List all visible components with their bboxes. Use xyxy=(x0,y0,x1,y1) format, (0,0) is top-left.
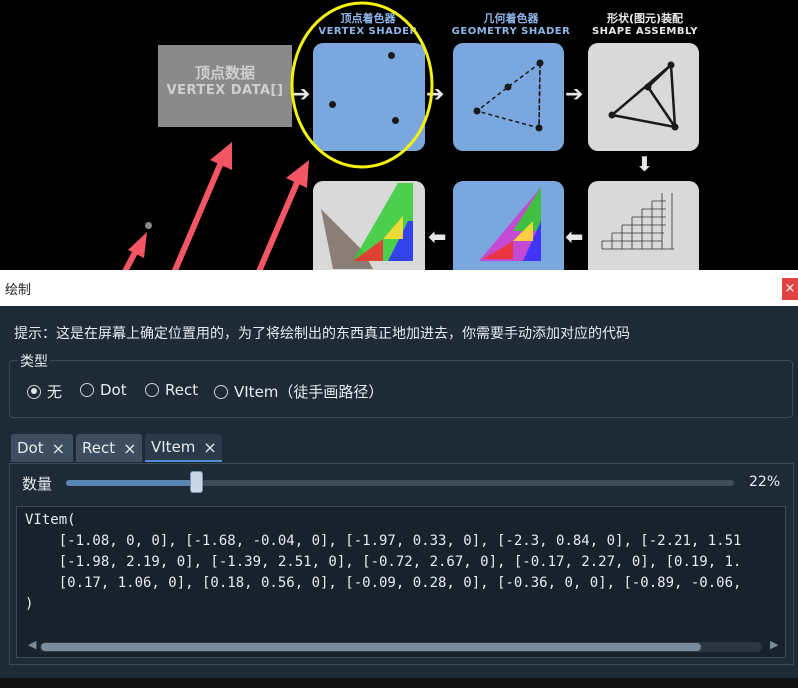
close-button[interactable]: × xyxy=(782,278,798,300)
radio-none-label: 无 xyxy=(47,383,63,401)
count-slider-thumb[interactable] xyxy=(190,471,203,493)
vertex-data-stage: 顶点数据 VERTEX DATA[] xyxy=(158,45,292,127)
shape-assembly-label: 形状(图元)装配 SHAPE ASSEMBLY xyxy=(590,12,700,38)
tab-rect[interactable]: Rect × xyxy=(76,434,142,462)
radio-dot[interactable]: Dot xyxy=(80,381,127,399)
geometry-shader-label-en: GEOMETRY SHADER xyxy=(451,26,571,37)
radio-unchecked-icon xyxy=(214,384,228,399)
shape-assembly-label-en: SHAPE ASSEMBLY xyxy=(591,26,699,37)
tab-close-icon[interactable]: × xyxy=(52,439,65,458)
type-group-label: 类型 xyxy=(18,351,50,371)
shape-assembly-stage xyxy=(588,43,699,151)
code-line: ) xyxy=(25,596,34,612)
cursor-dot xyxy=(145,222,152,229)
tab-dot-label: Dot xyxy=(17,439,44,457)
geometry-shader-stage xyxy=(453,43,564,151)
radio-none[interactable]: 无 xyxy=(27,381,62,402)
blending-stage xyxy=(313,181,425,270)
geometry-shader-label: 几何着色器 GEOMETRY SHADER xyxy=(449,12,573,38)
radio-vitem[interactable]: VItem（徒手画路径） xyxy=(214,381,383,402)
radio-unchecked-icon xyxy=(80,383,94,397)
code-line: VItem( xyxy=(25,512,76,528)
radio-unchecked-icon xyxy=(145,383,159,397)
count-slider-fill xyxy=(66,480,197,486)
scroll-right-icon[interactable]: ▶ xyxy=(770,638,778,651)
down-arrow-icon: ⬇ xyxy=(636,152,653,176)
left-arrow-icon: ⬅ xyxy=(428,225,447,250)
geometry-shader-label-cn: 几何着色器 xyxy=(483,12,539,25)
radio-rect-label: Rect xyxy=(165,381,199,399)
title-bar[interactable]: 绘制 × xyxy=(0,270,798,306)
pipeline-diagram: 顶点数据 VERTEX DATA[] ➔ 顶点着色器 VERTEX SHADER… xyxy=(0,0,798,270)
dialog-title: 绘制 xyxy=(5,283,32,298)
right-arrow-icon: ➔ xyxy=(565,82,584,107)
tab-vitem-label: VItem xyxy=(151,438,196,456)
count-label: 数量 xyxy=(22,475,53,493)
code-line: [-1.08, 0, 0], [-1.68, -0.04, 0], [-1.97… xyxy=(25,533,742,549)
code-output[interactable]: VItem( [-1.08, 0, 0], [-1.68, -0.04, 0],… xyxy=(16,506,786,658)
radio-vitem-label: VItem（徒手画路径） xyxy=(234,383,384,401)
vertex-data-label-en: VERTEX DATA[] xyxy=(166,83,284,98)
draw-dialog: 绘制 × 提示：这是在屏幕上确定位置用的，为了将绘制出的东西真正地加进去，你需要… xyxy=(0,270,798,688)
count-value: 22% xyxy=(749,474,781,490)
hint-text: 提示：这是在屏幕上确定位置用的，为了将绘制出的东西真正地加进去，你需要手动添加对… xyxy=(14,326,630,342)
scroll-left-icon[interactable]: ◀ xyxy=(28,638,36,651)
tab-dot[interactable]: Dot × xyxy=(11,434,73,462)
fragment-shader-stage xyxy=(453,181,564,270)
tab-rect-label: Rect xyxy=(82,439,116,457)
code-line: [0.17, 1.06, 0], [0.18, 0.56, 0], [-0.09… xyxy=(25,575,742,591)
horizontal-scrollbar-thumb[interactable] xyxy=(41,643,701,651)
vertex-data-label-cn: 顶点数据 xyxy=(194,64,255,82)
tab-close-icon[interactable]: × xyxy=(203,438,216,457)
bottom-strip xyxy=(0,678,798,688)
radio-checked-icon xyxy=(27,384,41,399)
shape-assembly-label-cn: 形状(图元)装配 xyxy=(606,12,684,25)
rasterization-stage xyxy=(588,181,699,270)
tab-close-icon[interactable]: × xyxy=(123,439,136,458)
left-arrow-icon: ⬅ xyxy=(565,225,584,250)
highlight-ellipse xyxy=(290,1,434,169)
tab-vitem[interactable]: VItem × xyxy=(145,434,222,462)
code-line: [-1.98, 2.19, 0], [-1.39, 2.51, 0], [-0.… xyxy=(25,554,742,570)
radio-dot-label: Dot xyxy=(100,381,127,399)
radio-rect[interactable]: Rect xyxy=(145,381,198,399)
